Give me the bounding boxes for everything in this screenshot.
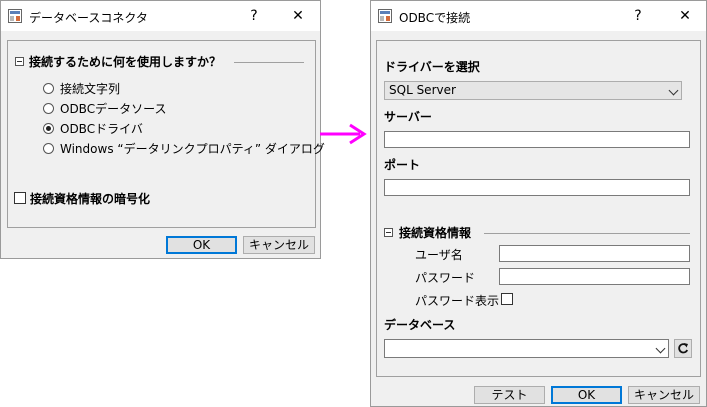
radio-connection-string[interactable] xyxy=(43,83,54,94)
server-label: サーバー xyxy=(384,110,432,124)
test-button[interactable]: テスト xyxy=(474,386,545,404)
driver-select[interactable]: SQL Server xyxy=(384,81,682,100)
radio-odbc-datasource[interactable] xyxy=(43,103,54,114)
close-button[interactable]: ✕ xyxy=(674,5,696,27)
driver-label: ドライバーを選択 xyxy=(384,60,480,74)
cancel-button[interactable]: キャンセル xyxy=(628,386,700,404)
database-label: データベース xyxy=(384,318,456,332)
section-divider xyxy=(484,233,690,234)
credentials-section-title: 接続資格情報 xyxy=(399,226,472,240)
help-button[interactable]: ? xyxy=(243,5,265,27)
close-button[interactable]: ✕ xyxy=(287,5,309,27)
refresh-button[interactable] xyxy=(674,339,692,358)
port-input[interactable] xyxy=(384,179,690,196)
cancel-button[interactable]: キャンセル xyxy=(243,236,315,254)
refresh-icon xyxy=(678,343,689,354)
encrypt-credentials-label[interactable]: 接続資格情報の暗号化 xyxy=(30,190,150,207)
title-bar: データベースコネクタ ? ✕ xyxy=(1,1,320,31)
dialog-title: データベースコネクタ xyxy=(29,11,148,25)
show-password-checkbox[interactable] xyxy=(501,293,513,305)
collapse-icon[interactable] xyxy=(384,228,393,237)
option-label[interactable]: ODBCデータソース xyxy=(60,100,167,117)
section-divider xyxy=(234,62,304,63)
database-connector-dialog: データベースコネクタ ? ✕ 接続するために何を使用しますか？ 接続文字列 OD… xyxy=(0,0,325,259)
show-password-label[interactable]: パスワード表示 xyxy=(415,292,499,309)
connection-panel: ドライバーを選択 SQL Server サーバー ポート 接続資格情報 ユーザ名… xyxy=(376,40,701,377)
arrow-icon xyxy=(320,123,367,145)
server-input[interactable] xyxy=(384,131,690,148)
option-label[interactable]: ODBCドライバ xyxy=(60,120,143,137)
driver-select-value: SQL Server xyxy=(389,83,456,97)
database-select[interactable] xyxy=(384,339,669,358)
odbc-connect-dialog: ODBCで接続 ? ✕ ドライバーを選択 SQL Server サーバー ポート… xyxy=(370,0,707,407)
ok-button[interactable]: OK xyxy=(551,386,622,404)
options-panel: 接続するために何を使用しますか？ 接続文字列 ODBCデータソース ODBCドラ… xyxy=(7,40,325,228)
username-input[interactable] xyxy=(499,245,690,262)
chevron-down-icon xyxy=(668,85,679,96)
radio-data-link-properties[interactable] xyxy=(43,143,54,154)
password-label: パスワード xyxy=(415,271,476,285)
app-icon xyxy=(8,9,22,23)
help-button[interactable]: ? xyxy=(627,5,649,27)
option-label[interactable]: Windows “データリンクプロパティ” ダイアログ xyxy=(60,140,325,157)
username-label: ユーザ名 xyxy=(415,248,463,262)
port-label: ポート xyxy=(384,158,421,172)
encrypt-credentials-checkbox[interactable] xyxy=(14,192,26,204)
password-input[interactable] xyxy=(499,268,690,285)
collapse-icon[interactable] xyxy=(15,57,24,66)
dialog-title: ODBCで接続 xyxy=(399,11,471,25)
title-bar: ODBCで接続 ? ✕ xyxy=(371,1,706,31)
section-title: 接続するために何を使用しますか？ xyxy=(29,55,222,69)
radio-odbc-driver[interactable] xyxy=(43,123,54,134)
option-label[interactable]: 接続文字列 xyxy=(60,80,120,97)
app-icon xyxy=(378,9,392,23)
chevron-down-icon xyxy=(655,343,666,354)
ok-button[interactable]: OK xyxy=(166,236,237,254)
